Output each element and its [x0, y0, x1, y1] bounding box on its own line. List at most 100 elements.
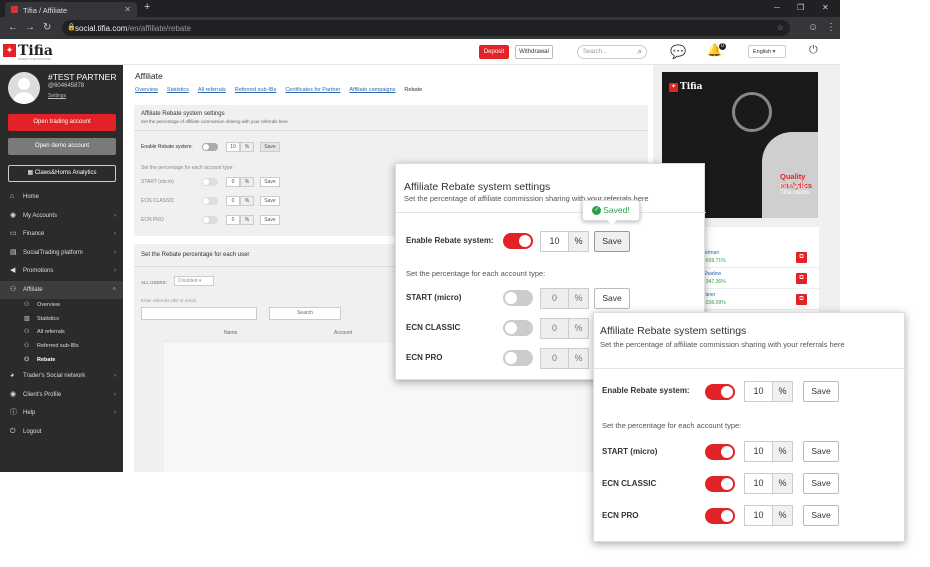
deposit-button[interactable]: Deposit [479, 45, 509, 59]
sidebar-subitem-rebate[interactable]: ⚇ Rebate [0, 354, 123, 368]
tab-all-referrals[interactable]: All referrals [198, 87, 226, 93]
sidebar-item-help[interactable]: ⓘ Help › [0, 404, 123, 423]
chat-icon[interactable]: 💬 [670, 44, 686, 60]
ecn-classic-value-mini[interactable]: 0 [226, 196, 240, 206]
sidebar-subitem-referred-sub-ibs[interactable]: ⚇ Referred sub-IBs [0, 340, 123, 354]
minimize-icon[interactable]: ─ [774, 3, 780, 12]
sidebar-item-affiliate[interactable]: ⚇ Affiliate ˄ [0, 280, 123, 299]
ecn-pro-toggle-mini[interactable] [202, 216, 218, 224]
percent-value[interactable]: 10 [745, 474, 772, 493]
start-micro-percent[interactable]: 10% [744, 441, 793, 462]
ecn-pro-percent[interactable]: 0% [540, 348, 589, 369]
sidebar-item-logout[interactable]: ⏻ Logout [0, 423, 123, 442]
sidebar-subitem-all-referrals[interactable]: ⚇ All referrals [0, 326, 123, 340]
sidebar-subitem-overview[interactable]: ⚇ Overview [0, 299, 123, 313]
percent-value[interactable]: 10 [745, 442, 772, 461]
start-micro-toggle-mini[interactable] [202, 178, 218, 186]
ecn-classic-percent[interactable]: 10% [744, 473, 793, 494]
browser-tab[interactable]: Tifia / Affiliate ✕ [5, 2, 137, 17]
ecn-pro-percent[interactable]: 10% [744, 505, 793, 526]
ecn-classic-save-mini[interactable]: Save [260, 196, 280, 206]
enable-rebate-toggle[interactable] [705, 384, 735, 400]
start-micro-toggle[interactable] [503, 290, 533, 306]
all-users-select[interactable]: Disabled ▾ [174, 276, 214, 286]
percent-value[interactable]: 0 [541, 319, 568, 338]
maximize-icon[interactable]: ❐ [797, 3, 804, 12]
referral-search-button[interactable]: Search [269, 307, 341, 320]
tab-certificates[interactable]: Certificates for Partner [285, 87, 340, 93]
enable-rebate-percent[interactable]: 10% [540, 231, 589, 252]
extensions-icon[interactable]: ☺ [808, 22, 818, 33]
open-trading-account-button[interactable]: Open trading account [8, 114, 116, 131]
set-pct-label: Set the percentage for each account type… [602, 421, 742, 430]
forward-icon[interactable]: → [25, 22, 35, 33]
search-icon[interactable]: ⌕ [638, 47, 642, 57]
sidebar-item-promotions[interactable]: ◀ Promotions › [0, 262, 123, 281]
ecn-pro-save-mini[interactable]: Save [260, 215, 280, 225]
referral-search-input[interactable] [141, 307, 257, 320]
start-micro-percent[interactable]: 0% [540, 288, 589, 309]
open-demo-account-button[interactable]: Open demo account [8, 138, 116, 155]
enable-value-mini[interactable]: 10 [226, 142, 240, 152]
enable-save-mini[interactable]: Save [260, 142, 280, 152]
tab-referred-sub-ibs[interactable]: Referred sub-IBs [235, 87, 277, 93]
notification-badge: 0 [719, 43, 726, 50]
start-micro-save-mini[interactable]: Save [260, 177, 280, 187]
tab-affiliate-campaigns[interactable]: Affiliate campaigns [349, 87, 395, 93]
enable-rebate-toggle[interactable] [503, 233, 533, 249]
enable-rebate-save-button[interactable]: Save [594, 231, 630, 252]
sidebar-item-label: My Accounts [23, 212, 58, 219]
sidebar-item-my-accounts[interactable]: ◉ My Accounts › [0, 207, 123, 226]
back-icon[interactable]: ← [8, 22, 18, 33]
close-window-icon[interactable]: ✕ [822, 3, 829, 12]
tab-statistics[interactable]: Statistics [167, 87, 189, 93]
sidebar-item-traders-social-network[interactable]: ◕ Trader's Social network › [0, 367, 123, 386]
menu-icon[interactable]: ⋮ [826, 22, 836, 33]
sidebar-item-clients-profile[interactable]: ◉ Client's Profile › [0, 386, 123, 405]
analytics-button[interactable]: ▦ Claws&Horns Analytics [8, 165, 116, 182]
new-tab-icon[interactable]: + [144, 1, 150, 13]
tab-rebate[interactable]: Rebate [404, 87, 422, 93]
ecn-classic-save-button[interactable]: Save [803, 473, 839, 494]
tab-overview[interactable]: Overview [135, 87, 158, 93]
start-micro-value-mini[interactable]: 0 [226, 177, 240, 187]
language-select[interactable]: English ▾ [748, 45, 786, 58]
copy-icon[interactable]: ⧉ [796, 294, 807, 305]
profile-settings-link[interactable]: Settings [48, 93, 66, 99]
avatar[interactable] [8, 72, 40, 104]
enable-rebate-percent[interactable]: 10% [744, 381, 793, 402]
copy-icon[interactable]: ⧉ [796, 273, 807, 284]
percent-value[interactable]: 10 [745, 506, 772, 525]
copy-icon[interactable]: ⧉ [796, 252, 807, 263]
ecn-pro-value-mini[interactable]: 0 [226, 215, 240, 225]
start-micro-toggle[interactable] [705, 444, 735, 460]
tifia-logo[interactable]: ✦ Tifia INVEST FOR SUCCESS [3, 44, 53, 61]
enable-rebate-save-button[interactable]: Save [803, 381, 839, 402]
start-micro-save-button[interactable]: Save [803, 441, 839, 462]
enable-rebate-toggle-mini[interactable] [202, 143, 218, 151]
sidebar-item-socialtrading[interactable]: ▤ SocialTrading platform › [0, 244, 123, 263]
power-icon[interactable]: ⏻ [809, 44, 818, 57]
ecn-classic-toggle-mini[interactable] [202, 197, 218, 205]
percent-value[interactable]: 10 [541, 232, 568, 251]
percent-value[interactable]: 10 [745, 382, 772, 401]
url-field[interactable]: 🔒 social.tifia.com/en/affiliate/rebate ☆ [62, 20, 790, 36]
ecn-classic-toggle[interactable] [503, 320, 533, 336]
reload-icon[interactable]: ↻ [43, 22, 51, 33]
ecn-classic-toggle[interactable] [705, 476, 735, 492]
star-icon[interactable]: ☆ [777, 23, 784, 32]
sidebar-subitem-statistics[interactable]: ▥ Statistics [0, 313, 123, 327]
ecn-pro-toggle[interactable] [503, 350, 533, 366]
percent-value[interactable]: 0 [541, 289, 568, 308]
sidebar-item-finance[interactable]: ▭ Finance › [0, 225, 123, 244]
ecn-pro-toggle[interactable] [705, 508, 735, 524]
tab-bar: Tifia / Affiliate ✕ + ─ ❐ ✕ [0, 0, 840, 17]
withdrawal-button[interactable]: Withdrawal [515, 45, 553, 59]
ecn-pro-save-button[interactable]: Save [803, 505, 839, 526]
percent-value[interactable]: 0 [541, 349, 568, 368]
sidebar-item-home[interactable]: ⌂ Home [0, 188, 123, 207]
close-tab-icon[interactable]: ✕ [124, 5, 131, 14]
start-micro-save-button[interactable]: Save [594, 288, 630, 309]
ecn-classic-percent[interactable]: 0% [540, 318, 589, 339]
search-input[interactable]: Search... ⌕ [577, 45, 647, 59]
